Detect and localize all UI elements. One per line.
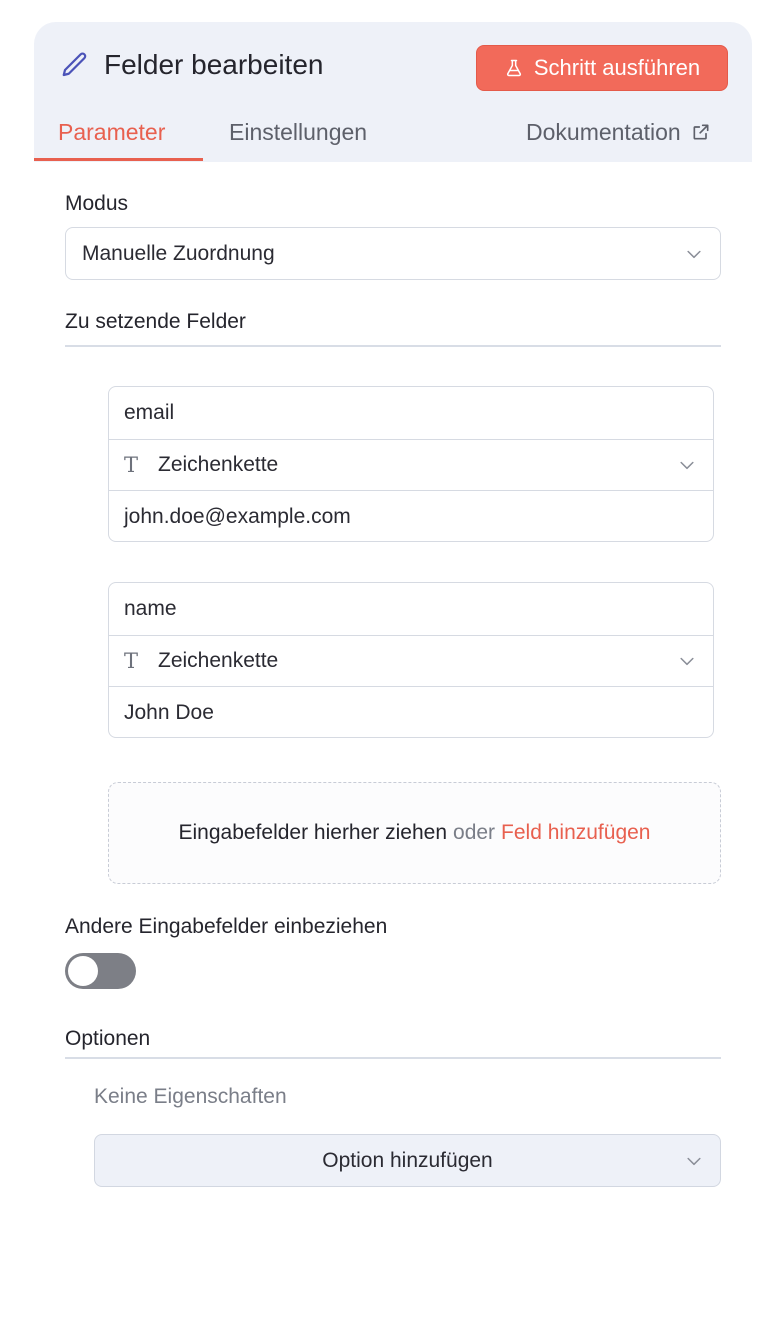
include-other-fields-label: Andere Eingabefelder einbeziehen xyxy=(65,915,388,938)
no-properties-text: Keine Eigenschaften xyxy=(94,1085,287,1108)
chevron-down-icon xyxy=(680,657,694,666)
field-type-value: Zeichenkette xyxy=(158,453,279,476)
dropzone-or-text: oder xyxy=(453,821,496,844)
add-option-button[interactable]: Option hinzufügen xyxy=(94,1134,721,1187)
toggle-knob xyxy=(68,956,98,986)
active-tab-indicator xyxy=(34,158,203,161)
field-value-text: john.doe@example.com xyxy=(124,505,351,528)
tab-dokumentation-label: Dokumentation xyxy=(526,119,681,145)
execute-step-button[interactable]: Schritt ausführen xyxy=(476,45,728,91)
tab-parameter[interactable]: Parameter xyxy=(58,118,165,146)
dropzone-text: Eingabefelder hierher ziehen xyxy=(178,821,448,844)
mode-select-value: Manuelle Zuordnung xyxy=(82,241,275,265)
execute-step-label: Schritt ausführen xyxy=(533,55,701,80)
fields-section-label: Zu setzende Felder xyxy=(65,310,246,333)
add-option-label: Option hinzufügen xyxy=(322,1148,493,1172)
field-name-value: email xyxy=(124,401,175,424)
chevron-down-icon xyxy=(687,1157,701,1165)
field-type-value: Zeichenkette xyxy=(158,649,279,672)
flask-icon xyxy=(506,59,521,77)
pencil-icon[interactable] xyxy=(60,50,90,80)
field-dropzone[interactable]: Eingabefelder hierher ziehen oder Feld h… xyxy=(108,782,721,884)
text-type-icon: T xyxy=(124,649,139,673)
chevron-down-icon xyxy=(680,461,694,470)
node-title[interactable]: Felder bearbeiten xyxy=(104,48,323,82)
options-label: Optionen xyxy=(65,1027,151,1050)
field-type-select[interactable]: T Zeichenkette xyxy=(109,635,713,687)
field-value-input[interactable]: john.doe@example.com xyxy=(109,491,713,541)
field-assignment-card: name T Zeichenkette John Doe xyxy=(108,582,714,738)
field-value-text: John Doe xyxy=(124,701,214,724)
mode-label: Modus xyxy=(65,192,129,215)
include-other-fields-toggle[interactable] xyxy=(65,953,136,989)
mode-select[interactable]: Manuelle Zuordnung xyxy=(65,227,721,280)
field-name-input[interactable]: email xyxy=(109,387,713,439)
text-type-icon: T xyxy=(124,453,139,477)
field-assignment-card: email T Zeichenkette john.doe@example.co… xyxy=(108,386,714,542)
external-link-icon xyxy=(693,124,709,140)
add-field-link[interactable]: Feld hinzufügen xyxy=(501,821,650,845)
tab-einstellungen[interactable]: Einstellungen xyxy=(229,118,367,146)
field-name-input[interactable]: name xyxy=(109,583,713,635)
fields-section-divider xyxy=(65,345,721,347)
tab-dokumentation[interactable]: Dokumentation xyxy=(526,118,711,146)
chevron-down-icon xyxy=(687,250,701,258)
field-value-input[interactable]: John Doe xyxy=(109,687,713,737)
field-type-select[interactable]: T Zeichenkette xyxy=(109,439,713,491)
options-divider xyxy=(65,1057,721,1059)
field-name-value: name xyxy=(124,597,177,620)
